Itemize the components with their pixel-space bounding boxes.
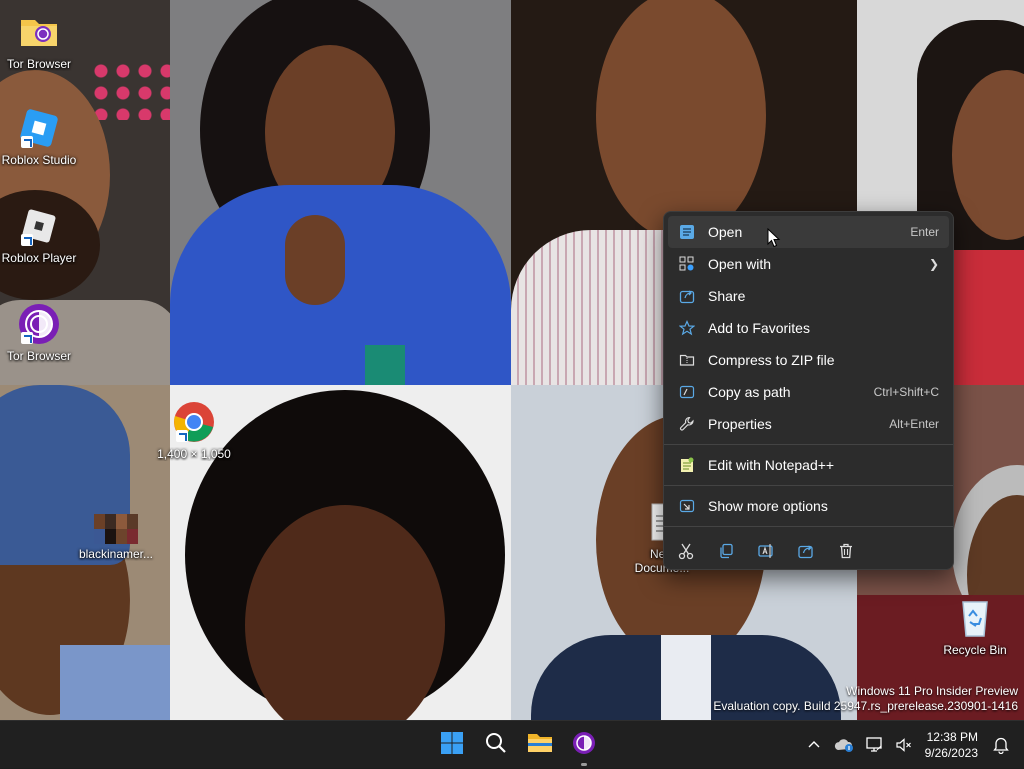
desktop-icon-label: Roblox Studio xyxy=(1,153,77,167)
tor-folder-icon xyxy=(17,10,61,54)
tor-browser-icon xyxy=(17,302,61,346)
notepadpp-icon xyxy=(678,456,696,474)
menu-item-label: Compress to ZIP file xyxy=(708,352,835,368)
roblox-player-icon xyxy=(17,204,61,248)
menu-item-shortcut: Ctrl+Shift+C xyxy=(873,385,939,399)
onedrive-icon[interactable] xyxy=(833,734,855,756)
context-menu: Open Enter Open with ❯ Share Add to Favo… xyxy=(663,211,954,570)
desktop-icon-tor-browser[interactable]: Tor Browser xyxy=(0,302,81,363)
desktop-icon-chrome[interactable]: 1,400 × 1,050 xyxy=(152,400,236,461)
start-button[interactable] xyxy=(434,727,470,763)
running-indicator xyxy=(581,763,587,766)
taskbar-apps xyxy=(430,727,606,766)
menu-item-compress-zip[interactable]: Compress to ZIP file xyxy=(668,344,949,376)
menu-item-label: Edit with Notepad++ xyxy=(708,457,835,473)
system-tray: 12:38 PM 9/26/2023 xyxy=(799,721,1024,769)
search-button[interactable] xyxy=(478,727,514,763)
notification-bell-icon[interactable] xyxy=(990,734,1012,756)
desktop-icon-label: 1,400 × 1,050 xyxy=(157,447,231,461)
menu-item-label: Share xyxy=(708,288,746,304)
tor-browser-taskbar-button[interactable] xyxy=(566,727,602,766)
cut-icon[interactable] xyxy=(676,541,696,561)
menu-item-share[interactable]: Share xyxy=(668,280,949,312)
menu-quick-actions xyxy=(664,531,953,571)
desktop-icon-label: Tor Browser xyxy=(6,349,71,363)
wallpaper-tile-2 xyxy=(170,0,511,385)
rename-icon[interactable] xyxy=(756,541,776,561)
wrench-icon xyxy=(678,415,696,433)
delete-icon[interactable] xyxy=(836,541,856,561)
file-explorer-button[interactable] xyxy=(522,727,558,763)
file-explorer-icon xyxy=(527,732,553,759)
taskbar-clock[interactable]: 12:38 PM 9/26/2023 xyxy=(925,729,978,761)
share-icon xyxy=(678,287,696,305)
desktop-icon-label: Roblox Player xyxy=(1,251,77,265)
menu-item-edit-notepadpp[interactable]: Edit with Notepad++ xyxy=(668,449,949,481)
menu-item-copy-as-path[interactable]: Copy as path Ctrl+Shift+C xyxy=(668,376,949,408)
open-with-icon xyxy=(678,255,696,273)
desktop-icon-roblox-player[interactable]: Roblox Player xyxy=(0,204,81,265)
menu-item-properties[interactable]: Properties Alt+Enter xyxy=(668,408,949,440)
desktop-icon-image-file[interactable]: blackinamer... xyxy=(74,514,158,561)
menu-item-label: Properties xyxy=(708,416,772,432)
clock-time: 12:38 PM xyxy=(926,730,978,744)
more-options-icon xyxy=(678,497,696,515)
taskbar: 12:38 PM 9/26/2023 xyxy=(0,720,1024,768)
recycle-bin-icon xyxy=(953,596,997,640)
watermark-line-2: Evaluation copy. Build 25947.rs_prerelea… xyxy=(713,699,1018,713)
roblox-studio-icon xyxy=(17,106,61,150)
clock-date: 9/26/2023 xyxy=(924,746,978,760)
tor-browser-icon xyxy=(572,731,596,760)
menu-item-label: Copy as path xyxy=(708,384,791,400)
menu-item-show-more-options[interactable]: Show more options xyxy=(668,490,949,522)
menu-item-label: Open with xyxy=(708,256,772,272)
volume-muted-icon[interactable] xyxy=(893,734,915,756)
menu-separator xyxy=(664,444,953,445)
search-icon xyxy=(485,732,507,759)
menu-item-label: Add to Favorites xyxy=(708,320,810,336)
desktop-icon-roblox-studio[interactable]: Roblox Studio xyxy=(0,106,81,167)
menu-item-label: Show more options xyxy=(708,498,828,514)
desktop-icon-label: blackinamer... xyxy=(78,547,154,561)
menu-separator xyxy=(664,485,953,486)
share-icon[interactable] xyxy=(796,541,816,561)
menu-item-open[interactable]: Open Enter xyxy=(668,216,949,248)
windows-watermark: Windows 11 Pro Insider Preview Evaluatio… xyxy=(713,684,1018,714)
menu-item-label: Open xyxy=(708,224,743,240)
image-file-icon xyxy=(94,514,138,544)
menu-item-shortcut: Enter xyxy=(910,225,939,239)
mouse-cursor-icon xyxy=(767,227,781,253)
zip-icon xyxy=(678,351,696,369)
desktop-icon-label: Tor Browser xyxy=(6,57,71,71)
copy-icon[interactable] xyxy=(716,541,736,561)
star-icon xyxy=(678,319,696,337)
copy-path-icon xyxy=(678,383,696,401)
network-icon[interactable] xyxy=(863,734,885,756)
menu-separator xyxy=(664,526,953,527)
chevron-right-icon: ❯ xyxy=(928,257,939,271)
chrome-icon xyxy=(172,400,216,444)
desktop-icon-recycle-bin[interactable]: Recycle Bin xyxy=(933,596,1017,657)
desktop-icon-label: Recycle Bin xyxy=(943,643,1007,657)
menu-item-add-to-favorites[interactable]: Add to Favorites xyxy=(668,312,949,344)
menu-item-shortcut: Alt+Enter xyxy=(889,417,939,431)
open-icon xyxy=(678,223,696,241)
desktop-icon-tor-folder[interactable]: Tor Browser xyxy=(0,10,81,71)
chevron-up-icon[interactable] xyxy=(803,734,825,756)
watermark-line-1: Windows 11 Pro Insider Preview xyxy=(846,684,1018,698)
menu-item-open-with[interactable]: Open with ❯ xyxy=(668,248,949,280)
start-icon xyxy=(440,731,464,760)
